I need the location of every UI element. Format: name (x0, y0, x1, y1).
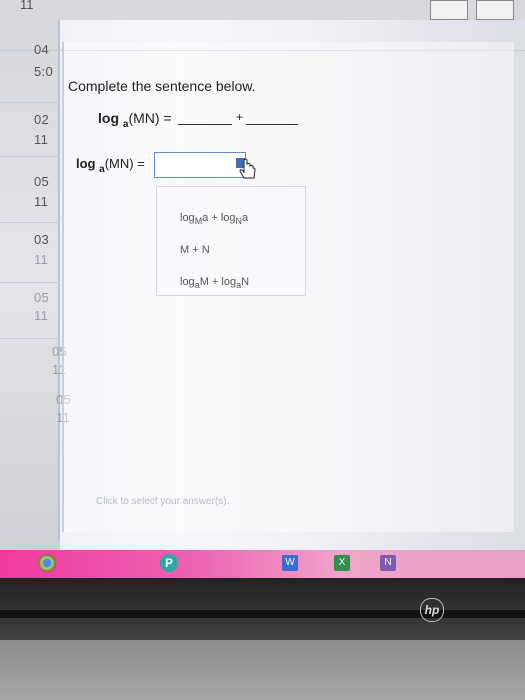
divider (0, 222, 60, 223)
left-row-number: 11 (34, 252, 49, 267)
left-row-number: 04 (34, 42, 50, 57)
log-prefix: log (76, 156, 96, 171)
monitor-top-bar: 11 (0, 0, 525, 21)
divider (0, 156, 60, 157)
answer-dropdown[interactable] (154, 152, 246, 178)
hint-text: Click to select your answer(s). (96, 496, 230, 507)
chrome-icon[interactable] (38, 554, 56, 572)
answer-blank-1[interactable] (178, 124, 232, 125)
left-row-number: 11 (34, 194, 49, 209)
left-row-number: 05 (34, 290, 50, 305)
dropdown-option-2[interactable]: M + N (180, 244, 210, 256)
divider (0, 282, 60, 283)
left-row-number: 5:0 (34, 64, 53, 79)
hand-cursor-icon (239, 158, 256, 179)
left-column (0, 20, 60, 550)
hp-logo-icon: hp (420, 598, 444, 622)
answer-blank-2[interactable] (246, 124, 298, 125)
taskbar: P W X N (0, 550, 525, 578)
word-icon[interactable]: W (282, 555, 298, 571)
log-prefix: log (98, 110, 119, 126)
log-base: a (99, 164, 105, 175)
dropdown-option-3[interactable]: logaM + logaN (180, 276, 249, 290)
plus-sign: + (236, 110, 244, 124)
equation-line-2: log a(MN) = (76, 156, 145, 175)
divider (0, 102, 60, 103)
instruction-text: Complete the sentence below. (68, 78, 256, 94)
excel-icon[interactable]: X (334, 555, 350, 571)
divider (0, 50, 60, 51)
left-row-number: 03 (34, 232, 50, 247)
window-button[interactable] (476, 0, 514, 20)
p-icon[interactable]: P (160, 554, 178, 572)
onenote-icon[interactable]: N (380, 555, 396, 571)
log-argument: (MN) = (104, 156, 145, 171)
left-row-number: 05 (34, 174, 50, 189)
topbar-number: 11 (20, 0, 34, 12)
window-button[interactable] (430, 0, 468, 20)
equation-line-1: log a(MN) = (98, 110, 172, 130)
log-base: a (122, 119, 129, 130)
divider (58, 20, 60, 540)
divider (0, 338, 60, 339)
left-row-number: 11 (34, 132, 49, 147)
log-argument: (MN) = (128, 110, 172, 126)
dropdown-option-1[interactable]: logMa + logNa (180, 212, 248, 226)
left-row-number: 11 (34, 308, 49, 323)
bezel-stripe (0, 610, 525, 618)
left-row-number: 02 (34, 112, 50, 127)
desk-surface (0, 640, 525, 700)
